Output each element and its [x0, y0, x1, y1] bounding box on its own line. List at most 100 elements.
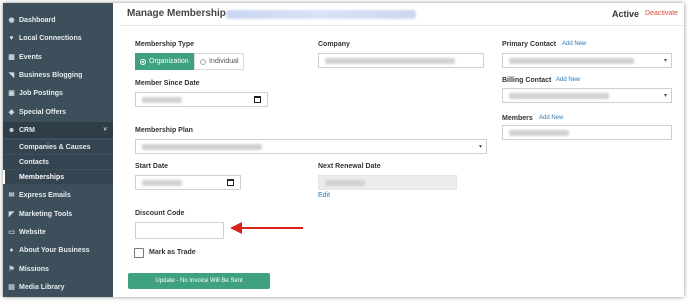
- sidebar-subitem-label: Contacts: [19, 158, 49, 166]
- globe-icon: ▭: [8, 229, 15, 236]
- organization-label: Organization: [149, 58, 189, 65]
- radio-selected-icon: [140, 58, 146, 65]
- sidebar: ◉ Dashboard ♥ Local Connections ▦ Events…: [3, 3, 113, 297]
- individual-label: Individual: [209, 58, 239, 65]
- add-member-link[interactable]: Add New: [539, 115, 563, 121]
- redacted-date: [325, 180, 365, 186]
- status-badge: Active: [612, 9, 640, 19]
- mark-as-trade-checkbox[interactable]: [134, 248, 144, 258]
- sidebar-item-label: CRM: [19, 126, 35, 134]
- sidebar-subitem-memberships[interactable]: Memberships: [3, 170, 113, 184]
- discount-code-label: Discount Code: [135, 210, 185, 217]
- sidebar-item-label: Job Postings: [19, 89, 63, 97]
- chevron-down-icon: ▾: [663, 58, 667, 64]
- members-input[interactable]: [502, 125, 672, 140]
- sidebar-item-label: About Your Business: [19, 246, 90, 254]
- redacted-contact: [509, 93, 609, 99]
- chevron-down-icon: ▾: [663, 93, 667, 99]
- redacted-plan: [142, 144, 262, 150]
- member-since-label: Member Since Date: [135, 80, 200, 87]
- header-divider: [121, 25, 684, 26]
- start-date-label: Start Date: [135, 163, 169, 170]
- next-renewal-label: Next Renewal Date: [318, 163, 381, 170]
- rss-icon: ◥: [8, 72, 15, 79]
- chevron-down-icon: ˅: [103, 127, 107, 133]
- company-select[interactable]: [318, 53, 484, 68]
- redacted-member: [509, 130, 569, 136]
- sidebar-item-missions[interactable]: ⚑ Missions: [3, 261, 113, 277]
- image-icon: ▤: [8, 284, 15, 291]
- sidebar-subitem-label: Memberships: [19, 173, 65, 181]
- sidebar-item-media-library[interactable]: ▤ Media Library: [3, 279, 113, 295]
- annotation-arrow-icon: [230, 222, 303, 234]
- briefcase-icon: ▣: [8, 90, 15, 97]
- deactivate-link[interactable]: Deactivate: [645, 10, 678, 17]
- tag-icon: ◆: [8, 109, 15, 116]
- sidebar-item-label: Media Library: [19, 283, 65, 291]
- update-button[interactable]: Update - No Invoice Will Be Sent: [128, 273, 270, 289]
- sidebar-item-business-blogging[interactable]: ◥ Business Blogging: [3, 67, 113, 83]
- heart-icon: ♥: [9, 34, 14, 42]
- sidebar-item-marketing-tools[interactable]: ◤ Marketing Tools: [3, 206, 113, 222]
- sidebar-item-job-postings[interactable]: ▣ Job Postings: [3, 85, 113, 101]
- company-label: Company: [318, 41, 350, 48]
- envelope-icon: ✉: [8, 192, 15, 199]
- discount-code-input[interactable]: [135, 222, 224, 239]
- sidebar-item-express-emails[interactable]: ✉ Express Emails: [3, 187, 113, 203]
- sidebar-item-label: Dashboard: [19, 16, 56, 24]
- megaphone-icon: ◤: [8, 211, 15, 218]
- sidebar-item-about-your-business[interactable]: ● About Your Business: [3, 242, 113, 258]
- dashboard-icon: ◉: [8, 17, 15, 24]
- edit-renewal-link[interactable]: Edit: [318, 192, 330, 199]
- membership-plan-label: Membership Plan: [135, 127, 193, 134]
- sidebar-subitem-label: Companies & Causes: [19, 143, 91, 151]
- primary-contact-select[interactable]: ▾: [502, 53, 672, 68]
- sidebar-item-dashboard[interactable]: ◉ Dashboard: [3, 12, 113, 28]
- sidebar-item-label: Express Emails: [19, 191, 71, 199]
- redacted-contact: [509, 58, 634, 64]
- sidebar-item-events[interactable]: ▦ Events: [3, 49, 113, 65]
- sidebar-item-label: Marketing Tools: [19, 210, 73, 218]
- sidebar-subitem-companies-causes[interactable]: Companies & Causes: [3, 140, 113, 154]
- mark-as-trade-label: Mark as Trade: [149, 249, 196, 256]
- info-icon: ●: [9, 246, 14, 254]
- flag-icon: ⚑: [8, 266, 15, 273]
- radio-unselected-icon: [200, 58, 206, 65]
- calendar-icon[interactable]: [254, 96, 261, 103]
- sidebar-item-label: Missions: [19, 265, 49, 273]
- chevron-down-icon: ▾: [478, 144, 482, 150]
- sidebar-item-crm[interactable]: ☻ CRM ˅: [3, 122, 113, 138]
- main-content: Manage Membership - Active Deactivate Me…: [113, 3, 684, 297]
- sidebar-item-label: Business Blogging: [19, 71, 83, 79]
- calendar-icon: ▦: [8, 54, 15, 61]
- users-icon: ☻: [7, 126, 16, 134]
- membership-type-label: Membership Type: [135, 41, 194, 48]
- calendar-icon[interactable]: [227, 179, 234, 186]
- organization-radio[interactable]: Organization: [135, 53, 194, 70]
- redacted-date: [142, 97, 182, 103]
- member-since-date-input[interactable]: [135, 92, 268, 107]
- billing-contact-select[interactable]: ▾: [502, 88, 672, 103]
- app-window: ◉ Dashboard ♥ Local Connections ▦ Events…: [3, 3, 684, 297]
- sidebar-item-label: Website: [19, 228, 46, 236]
- members-label: Members: [502, 115, 533, 122]
- sidebar-item-special-offers[interactable]: ◆ Special Offers: [3, 104, 113, 120]
- next-renewal-date-field: [318, 175, 457, 190]
- add-primary-contact-link[interactable]: Add New: [562, 41, 586, 47]
- sidebar-item-label: Special Offers: [19, 108, 67, 116]
- start-date-input[interactable]: [135, 175, 241, 190]
- sidebar-item-local-connections[interactable]: ♥ Local Connections: [3, 30, 113, 46]
- page-title: Manage Membership -: [127, 8, 233, 19]
- redacted-membership-name: [226, 10, 416, 19]
- redacted-company: [325, 58, 455, 64]
- sidebar-item-label: Events: [19, 53, 42, 61]
- billing-contact-label: Billing Contact: [502, 77, 552, 84]
- sidebar-subitem-contacts[interactable]: Contacts: [3, 155, 113, 169]
- sidebar-item-label: Local Connections: [19, 34, 82, 42]
- redacted-date: [142, 180, 182, 186]
- add-billing-contact-link[interactable]: Add New: [556, 77, 580, 83]
- membership-plan-select[interactable]: ▾: [135, 139, 487, 154]
- primary-contact-label: Primary Contact: [502, 41, 557, 48]
- individual-radio[interactable]: Individual: [194, 53, 244, 70]
- sidebar-item-website[interactable]: ▭ Website: [3, 224, 113, 240]
